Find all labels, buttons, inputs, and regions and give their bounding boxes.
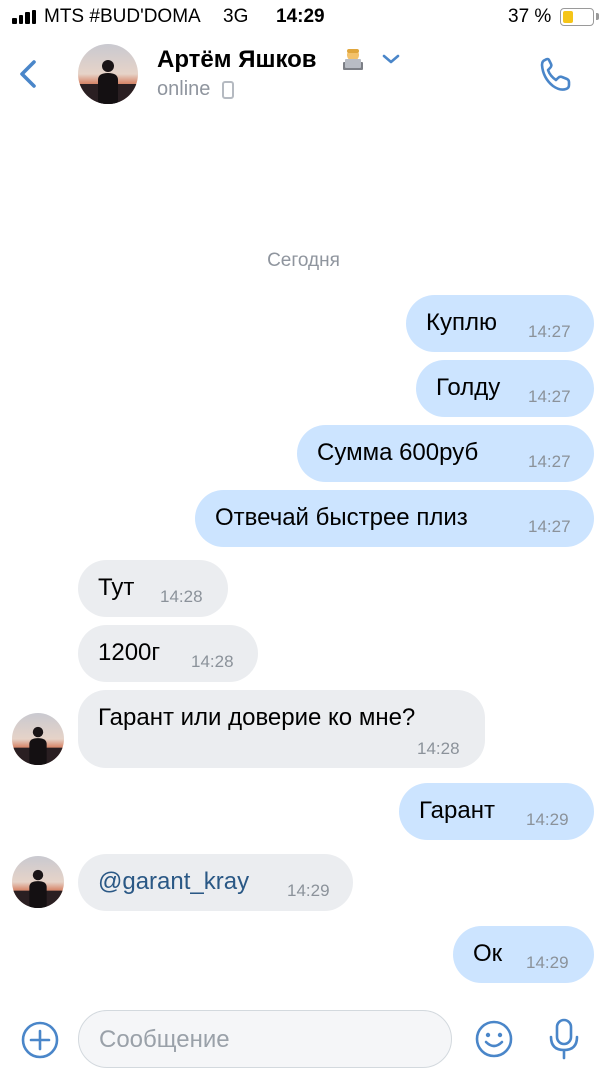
message-bubble-incoming[interactable]: 1200г 14:28 (78, 625, 258, 682)
message-time: 14:27 (528, 387, 571, 406)
message-text: Гарант (419, 797, 495, 824)
message-text: Тут (98, 574, 135, 601)
network-type: 3G (223, 6, 249, 27)
message-bubble-outgoing[interactable]: Гарант 14:29 (399, 783, 594, 840)
status-bar: MTS #BUD'DOMA 3G 14:29 37 % (0, 0, 607, 34)
battery-icon (560, 8, 594, 26)
message-text: Отвечай быстрее плиз (215, 504, 468, 531)
message-input-bar: Сообщение (0, 1000, 607, 1080)
message-time: 14:27 (528, 517, 571, 536)
message-time: 14:27 (528, 452, 571, 471)
message-bubble-incoming[interactable]: Тут 14:28 (78, 560, 228, 617)
message-text: Сумма 600руб (317, 439, 479, 466)
status-time: 14:29 (276, 6, 325, 27)
message-bubble-incoming[interactable]: @garant_kray 14:29 (78, 854, 353, 911)
message-text: Ок (473, 940, 503, 967)
signal-strength-icon (12, 10, 40, 24)
message-time: 14:29 (526, 953, 569, 972)
microphone-icon[interactable] (546, 1017, 582, 1061)
message-time: 14:29 (526, 810, 569, 829)
message-bubble-outgoing[interactable]: Голду 14:27 (416, 360, 594, 417)
message-text: Куплю (426, 309, 497, 336)
battery-level-fill (563, 11, 573, 23)
smile-icon[interactable] (474, 1019, 514, 1059)
chevron-left-icon[interactable] (14, 54, 46, 94)
message-text: Гарант или доверие ко мне? (98, 704, 416, 731)
message-time: 14:29 (287, 881, 330, 900)
sender-avatar[interactable] (12, 856, 64, 908)
message-text: 1200г (98, 639, 161, 666)
date-separator: Сегодня (267, 250, 340, 271)
chevron-down-icon[interactable] (380, 52, 402, 66)
battery-percent: 37 % (508, 6, 552, 27)
contact-avatar[interactable] (78, 44, 138, 104)
message-placeholder: Сообщение (99, 1026, 230, 1053)
username-link[interactable]: @garant_kray (98, 868, 249, 896)
phone-icon[interactable] (536, 54, 576, 94)
chat-header: Артём Яшков online (0, 34, 607, 116)
technologist-emoji-icon (343, 49, 363, 70)
contact-name[interactable]: Артём Яшков (157, 46, 317, 74)
message-bubble-outgoing[interactable]: Ок 14:29 (453, 926, 594, 983)
carrier-name: MTS #BUD'DOMA (44, 6, 201, 27)
sender-avatar[interactable] (12, 713, 64, 765)
contact-status: online (157, 78, 211, 100)
message-bubble-outgoing[interactable]: Куплю 14:27 (406, 295, 594, 352)
message-time: 14:27 (528, 322, 571, 341)
message-bubble-incoming[interactable]: Гарант или доверие ко мне? 14:28 (78, 690, 485, 768)
mobile-phone-icon (222, 81, 234, 99)
message-time: 14:28 (160, 587, 203, 606)
message-time: 14:28 (191, 652, 234, 671)
plus-circle-icon[interactable] (20, 1020, 60, 1060)
message-bubble-outgoing[interactable]: Отвечай быстрее плиз 14:27 (195, 490, 594, 547)
message-input[interactable]: Сообщение (78, 1010, 452, 1068)
message-time: 14:28 (417, 739, 460, 758)
message-text: Голду (436, 374, 501, 401)
message-bubble-outgoing[interactable]: Сумма 600руб 14:27 (297, 425, 594, 482)
battery-tip (596, 13, 599, 20)
